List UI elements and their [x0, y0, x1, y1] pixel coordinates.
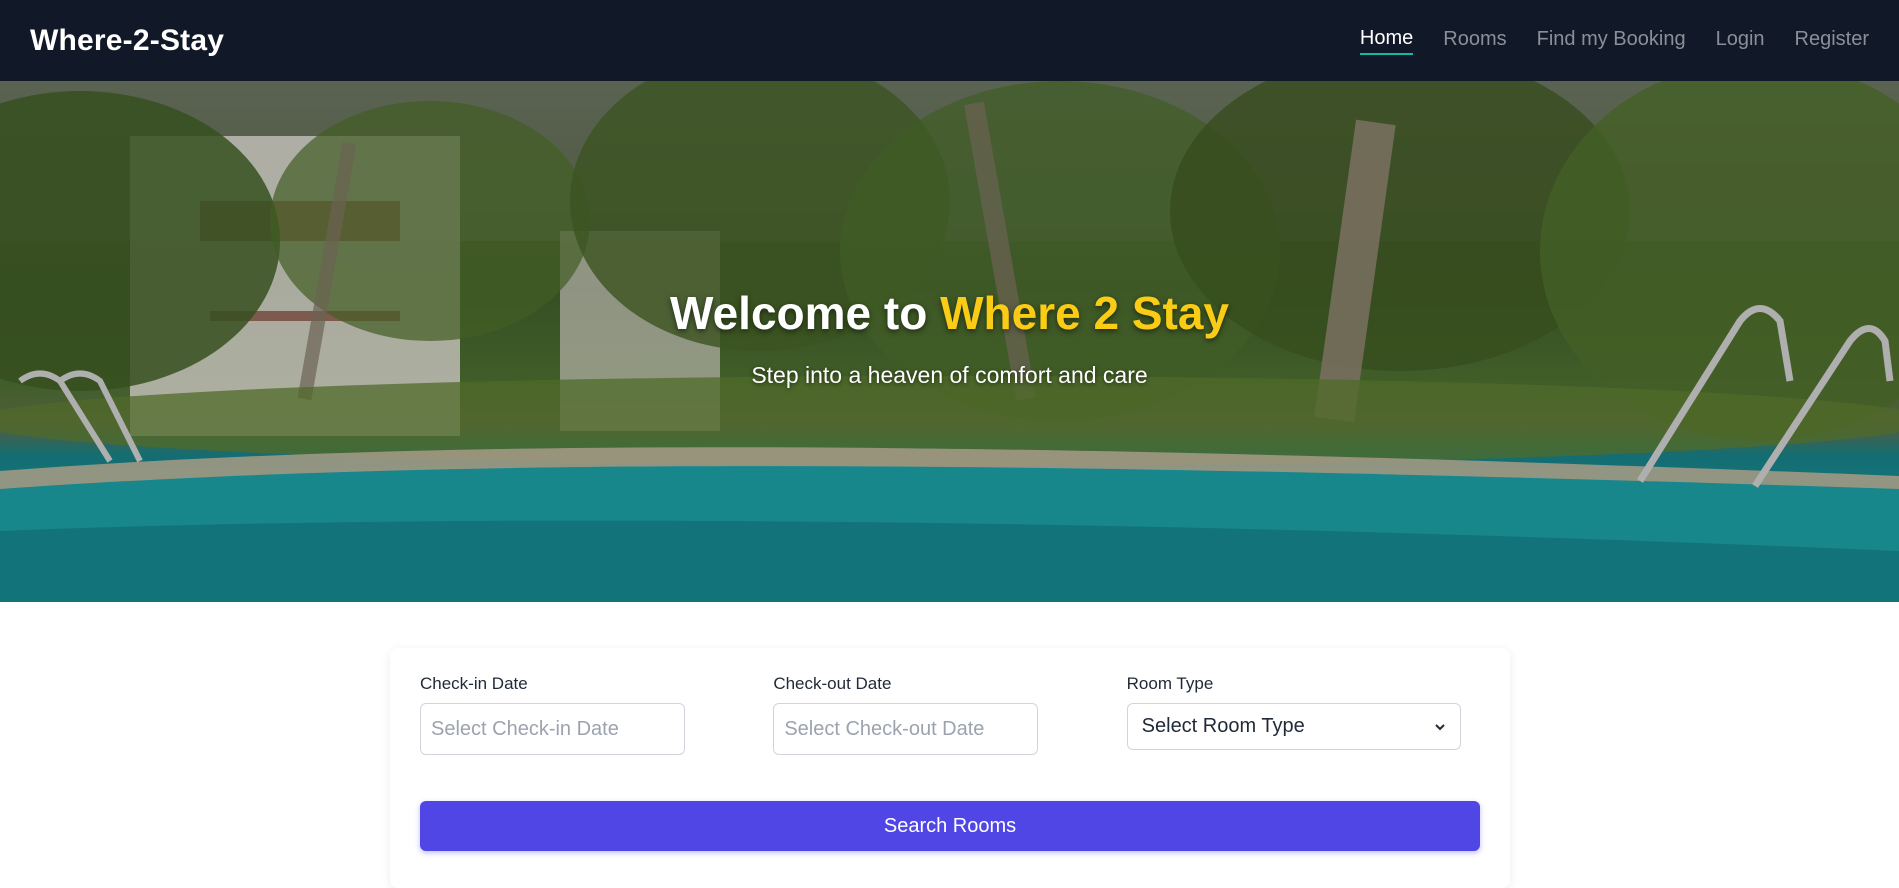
hero-banner: Welcome to Where 2 Stay Step into a heav…: [0, 81, 1899, 602]
checkin-date-input[interactable]: [420, 703, 685, 755]
nav-link-home[interactable]: Home: [1359, 27, 1414, 55]
hero-title-accent: Where 2 Stay: [940, 287, 1229, 339]
chevron-down-icon: [1434, 723, 1445, 730]
brand-logo[interactable]: Where-2-Stay: [30, 24, 224, 58]
nav-link-rooms[interactable]: Rooms: [1443, 28, 1506, 54]
nav-link-login[interactable]: Login: [1716, 28, 1765, 54]
nav-link-register[interactable]: Register: [1795, 28, 1869, 54]
hero-title: Welcome to Where 2 Stay: [0, 286, 1899, 340]
search-rooms-button[interactable]: Search Rooms: [420, 801, 1480, 851]
hero-content: Welcome to Where 2 Stay Step into a heav…: [0, 286, 1899, 389]
hero-title-prefix: Welcome to: [670, 287, 941, 339]
checkin-field: Check-in Date: [420, 674, 773, 755]
room-type-field: Room Type Select Room Type: [1126, 674, 1480, 755]
search-fields: Check-in Date Check-out Date Room Type S…: [420, 674, 1480, 755]
checkout-label: Check-out Date: [773, 674, 892, 693]
checkin-label: Check-in Date: [420, 674, 528, 693]
room-type-select[interactable]: Select Room Type: [1126, 703, 1461, 750]
checkout-field: Check-out Date: [773, 674, 1126, 755]
room-type-selected-value: Select Room Type: [1141, 715, 1305, 737]
checkout-date-input[interactable]: [773, 703, 1039, 755]
room-type-label: Room Type: [1126, 674, 1214, 693]
top-navbar: Where-2-Stay Home Rooms Find my Booking …: [0, 0, 1899, 81]
hero-subtitle: Step into a heaven of comfort and care: [751, 362, 1148, 388]
nav-link-find-my-booking[interactable]: Find my Booking: [1537, 28, 1686, 54]
nav-links: Home Rooms Find my Booking Login Registe…: [1359, 27, 1869, 55]
booking-search-form: Check-in Date Check-out Date Room Type S…: [390, 648, 1510, 888]
